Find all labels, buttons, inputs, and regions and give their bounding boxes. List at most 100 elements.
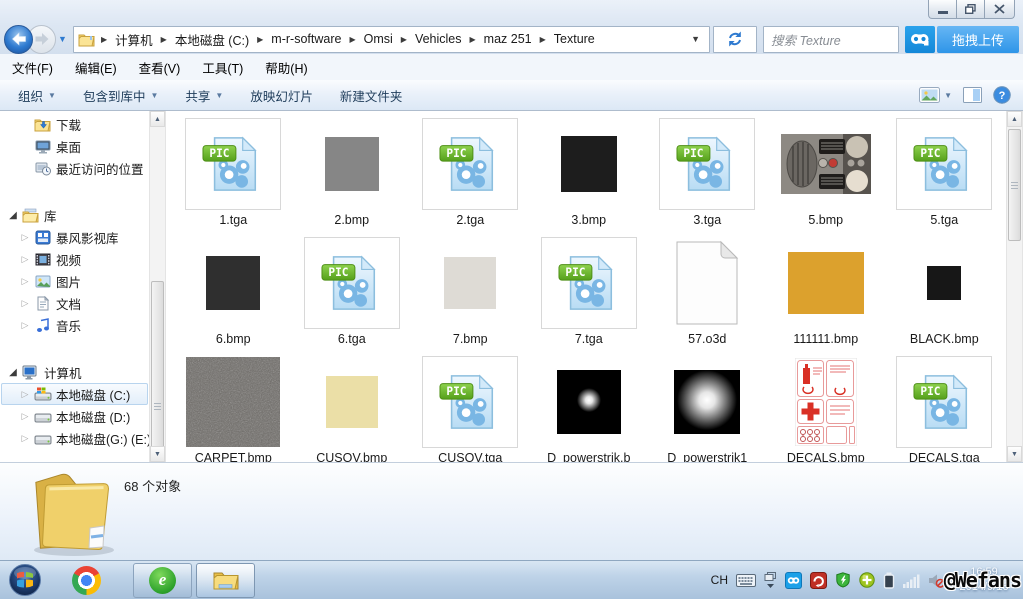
shield-tray-icon[interactable] — [835, 572, 851, 588]
file-item[interactable]: 57.o3d — [648, 237, 767, 356]
sidebar-item[interactable]: ▷文档 — [1, 292, 148, 314]
toolbar-button[interactable]: 新建文件夹 — [340, 86, 403, 105]
expand-icon[interactable]: ▷ — [18, 389, 32, 400]
search-box[interactable]: 搜索 Texture — [763, 26, 899, 53]
file-item[interactable]: 5.bmp — [767, 118, 886, 237]
restore-icon — [965, 4, 976, 14]
network-signal-icon[interactable] — [903, 573, 920, 588]
file-item[interactable]: CARPET.bmp — [174, 356, 293, 462]
file-item[interactable]: PIC5.tga — [885, 118, 1004, 237]
sidebar-scrollbar[interactable]: ▲ ▼ — [149, 111, 166, 462]
file-item[interactable]: PIC2.tga — [411, 118, 530, 237]
menu-item[interactable]: 文件(F) — [4, 58, 61, 77]
breadcrumb-segment[interactable]: 计算机 — [113, 30, 155, 49]
antivirus-ball-tray-icon[interactable] — [859, 572, 875, 588]
sidebar-item[interactable]: ▷本地磁盘(G:) (E:) — [1, 427, 148, 449]
address-dropdown-icon[interactable]: ▼ — [686, 34, 705, 44]
close-button[interactable] — [984, 0, 1015, 19]
file-item[interactable]: BLACK.bmp — [885, 237, 1004, 356]
expand-icon[interactable]: ▷ — [18, 276, 32, 287]
breadcrumb-segment[interactable]: Omsi — [362, 32, 395, 46]
collapse-icon[interactable]: ◢ — [6, 367, 20, 378]
restore-button[interactable] — [956, 0, 985, 19]
back-button[interactable] — [4, 25, 33, 54]
recent-pages-dropdown-icon[interactable]: ▼ — [58, 34, 67, 44]
breadcrumb-segment[interactable]: Vehicles — [413, 32, 464, 46]
file-item[interactable]: 2.bmp — [293, 118, 412, 237]
start-button[interactable] — [8, 563, 42, 597]
file-item[interactable]: PICDECALS.tga — [885, 356, 1004, 462]
taskbar-explorer-button[interactable] — [196, 563, 255, 598]
sidebar-item[interactable]: 下载 — [1, 113, 148, 135]
help-button[interactable]: ? — [993, 86, 1011, 104]
scrollbar-thumb[interactable] — [1008, 129, 1021, 241]
file-item[interactable]: 3.bmp — [530, 118, 649, 237]
breadcrumb-segment[interactable]: 本地磁盘 (C:) — [173, 30, 251, 49]
sidebar-item[interactable]: ▷暴风影视库 — [1, 226, 148, 248]
taskbar-clock[interactable]: 16:59 2014/9/16 — [953, 565, 1015, 595]
file-item[interactable]: PIC3.tga — [648, 118, 767, 237]
sidebar-item[interactable]: ▷本地磁盘 (C:) — [1, 383, 148, 405]
scroll-up-icon[interactable]: ▲ — [1007, 111, 1022, 127]
expand-icon[interactable]: ▷ — [18, 298, 32, 309]
breadcrumb-segment[interactable]: maz 251 — [482, 32, 534, 46]
sidebar-item[interactable]: ▷本地磁盘 (D:) — [1, 405, 148, 427]
scrollbar-thumb[interactable] — [151, 281, 164, 462]
sidebar-item[interactable]: 桌面 — [1, 135, 148, 157]
toolbar-button[interactable]: 共享▼ — [185, 86, 223, 105]
file-item[interactable]: PIC7.tga — [530, 237, 649, 356]
collapse-icon[interactable]: ◢ — [6, 210, 20, 221]
menu-item[interactable]: 工具(T) — [194, 58, 251, 77]
sidebar-item[interactable]: 最近访问的位置 — [1, 157, 148, 179]
sidebar-item[interactable]: ◢库 — [1, 204, 148, 226]
file-item[interactable]: CUSOV.bmp — [293, 356, 412, 462]
keyboard-icon[interactable] — [736, 574, 756, 587]
menu-item[interactable]: 帮助(H) — [257, 58, 315, 77]
breadcrumb-segment[interactable]: Texture — [552, 32, 597, 46]
file-item[interactable]: 111111.bmp — [767, 237, 886, 356]
file-list-scrollbar[interactable]: ▲ ▼ — [1006, 111, 1023, 462]
expand-icon[interactable]: ▷ — [18, 433, 32, 444]
sidebar-item[interactable]: ▷图片 — [1, 270, 148, 292]
sidebar-item[interactable]: ▷音乐 — [1, 314, 148, 336]
thunder-tray-icon[interactable] — [810, 572, 827, 589]
minimize-button[interactable] — [928, 0, 957, 19]
expand-icon[interactable]: ▷ — [18, 232, 32, 243]
preview-pane-button[interactable] — [963, 87, 982, 103]
file-item[interactable]: DECALS.bmp — [767, 356, 886, 462]
taskbar-360-browser-button[interactable]: e — [133, 563, 192, 598]
expand-icon[interactable]: ▷ — [18, 320, 32, 331]
file-item[interactable]: 6.bmp — [174, 237, 293, 356]
file-item[interactable]: PICCUSOV.tga — [411, 356, 530, 462]
expand-icon[interactable]: ▷ — [18, 411, 32, 422]
battery-icon[interactable] — [883, 572, 895, 589]
sidebar-item[interactable]: ◢计算机 — [1, 361, 148, 383]
scroll-down-icon[interactable]: ▼ — [1007, 446, 1022, 462]
file-item[interactable]: 7.bmp — [411, 237, 530, 356]
title-bar[interactable] — [0, 0, 1023, 24]
file-item[interactable]: D_powerstrik1 — [648, 356, 767, 462]
file-item[interactable]: D_powerstrik.b — [530, 356, 649, 462]
baidu-cloud-button[interactable] — [905, 26, 935, 53]
drag-upload-button[interactable]: 拖拽上传 — [937, 26, 1019, 53]
breadcrumb-segment[interactable]: m-r-software — [269, 32, 343, 46]
file-item[interactable]: PIC6.tga — [293, 237, 412, 356]
file-item[interactable]: PIC1.tga — [174, 118, 293, 237]
scroll-down-icon[interactable]: ▼ — [150, 446, 165, 462]
sidebar-item[interactable]: ▷视频 — [1, 248, 148, 270]
menu-item[interactable]: 编辑(E) — [67, 58, 125, 77]
toolbar-button[interactable]: 包含到库中▼ — [83, 86, 158, 105]
menu-item[interactable]: 查看(V) — [131, 58, 189, 77]
show-hidden-icons-button[interactable] — [764, 571, 777, 589]
refresh-button[interactable] — [713, 26, 757, 53]
expand-icon[interactable]: ▷ — [18, 254, 32, 265]
volume-muted-icon[interactable] — [928, 573, 945, 588]
breadcrumb-bar[interactable]: ▶计算机▶本地磁盘 (C:)▶m-r-software▶Omsi▶Vehicle… — [73, 26, 710, 53]
language-indicator[interactable]: CH — [711, 573, 728, 587]
toolbar-button[interactable]: 组织▼ — [18, 86, 56, 105]
change-view-button[interactable]: ▼ — [919, 87, 952, 103]
taskbar-chrome-icon[interactable] — [72, 566, 101, 595]
scroll-up-icon[interactable]: ▲ — [150, 111, 165, 127]
baidu-cloud-tray-icon[interactable] — [785, 572, 802, 589]
toolbar-button[interactable]: 放映幻灯片 — [250, 86, 313, 105]
